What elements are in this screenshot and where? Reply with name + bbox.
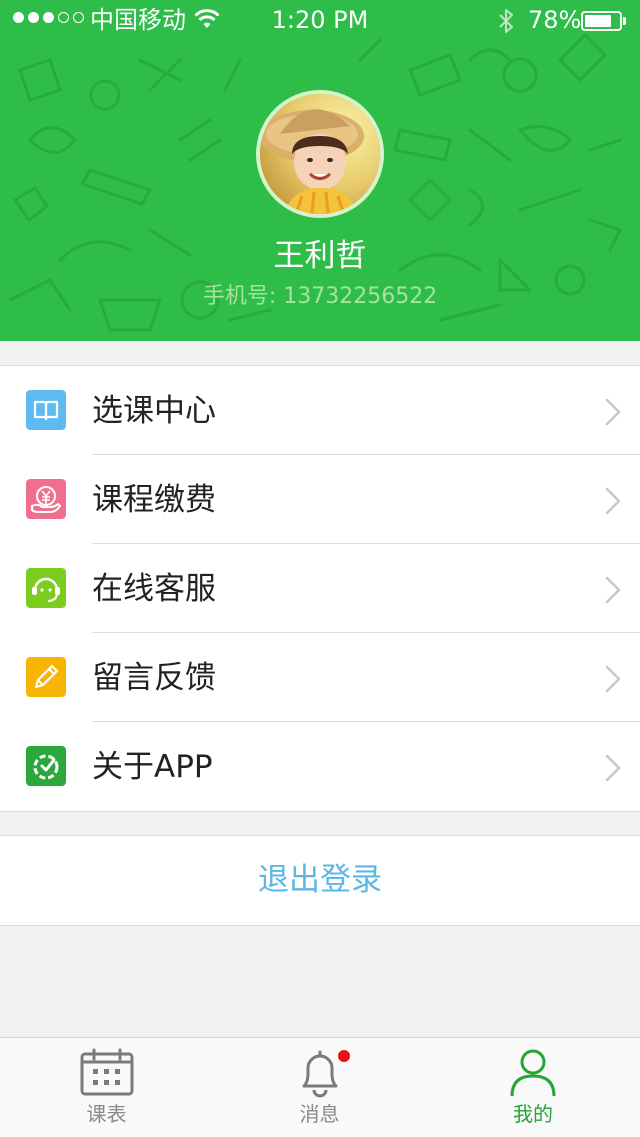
tab-label: 我的 <box>513 1102 553 1126</box>
tab-label: 课表 <box>86 1102 127 1126</box>
chevron-right-icon <box>605 398 621 426</box>
bell-icon <box>302 1050 337 1098</box>
person-icon <box>510 1049 556 1097</box>
battery-percentage: 78% <box>528 6 582 34</box>
battery-icon <box>581 11 622 31</box>
user-phone: 手机号: 13732256522 <box>202 284 438 309</box>
tab-schedule[interactable]: 课表 <box>0 1038 213 1137</box>
user-name: 王利哲 <box>273 238 367 274</box>
chevron-right-icon <box>605 754 621 782</box>
pencil-icon <box>26 657 66 697</box>
menu-item-label: 在线客服 <box>92 571 216 607</box>
status-bar: 中国移动 1:20 PM 78% <box>0 0 640 40</box>
menu-item-label: 留言反馈 <box>92 660 216 696</box>
chevron-right-icon <box>605 665 621 693</box>
chevron-right-icon <box>605 487 621 515</box>
bluetooth-icon <box>499 9 513 33</box>
battery-tip <box>623 17 626 25</box>
profile-header: 中国移动 1:20 PM 78% 王利哲 手机号: 13732256522 <box>0 0 640 341</box>
logout-label: 退出登录 <box>258 862 382 898</box>
book-icon <box>26 390 66 430</box>
bottom-tab-bar: 课表 消息 我的 <box>0 1037 640 1137</box>
notification-badge <box>338 1050 350 1062</box>
tab-label: 消息 <box>299 1102 340 1126</box>
payment-icon <box>26 479 66 519</box>
menu-item-course-center[interactable]: 选课中心 <box>0 366 640 455</box>
menu-item-feedback[interactable]: 留言反馈 <box>0 633 640 722</box>
menu-item-online-service[interactable]: 在线客服 <box>0 544 640 633</box>
chevron-right-icon <box>605 576 621 604</box>
user-avatar[interactable] <box>256 90 384 218</box>
avatar-photo <box>260 94 380 214</box>
menu-item-about-app[interactable]: 关于APP <box>0 722 640 811</box>
tab-messages[interactable]: 消息 <box>213 1038 426 1137</box>
logout-button[interactable]: 退出登录 <box>0 835 640 926</box>
menu-item-label: 选课中心 <box>92 393 216 429</box>
app-logo-icon <box>26 746 66 786</box>
menu-item-label: 课程缴费 <box>92 482 216 518</box>
calendar-icon <box>80 1048 133 1096</box>
battery-level <box>585 15 611 27</box>
menu-item-label: 关于APP <box>92 749 213 785</box>
settings-menu: 选课中心 课程缴费 在线客服 留言反馈 关于APP <box>0 365 640 812</box>
chat-icon <box>26 568 66 608</box>
tab-profile[interactable]: 我的 <box>426 1038 640 1137</box>
menu-item-course-payment[interactable]: 课程缴费 <box>0 455 640 544</box>
